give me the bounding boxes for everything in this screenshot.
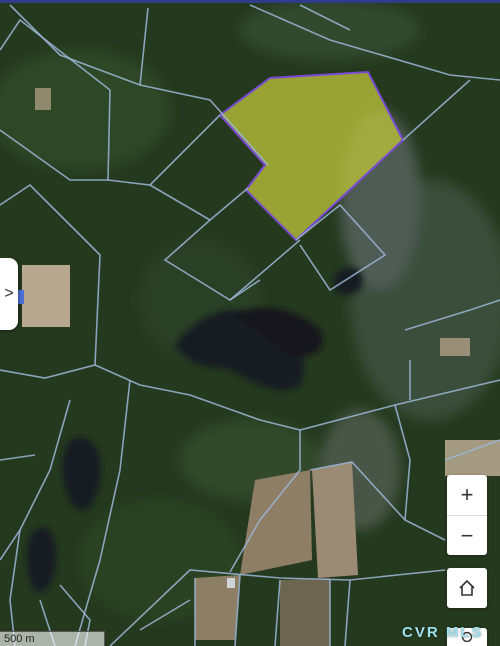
- home-icon: [459, 579, 475, 596]
- drawer-toggle-button[interactable]: >: [0, 258, 18, 330]
- top-strip: [0, 0, 500, 3]
- scale-bar: 500 m: [0, 631, 105, 646]
- chevron-right-icon: >: [4, 285, 14, 302]
- home-button[interactable]: [447, 568, 487, 608]
- satellite-map: [0, 0, 500, 646]
- structure-marker: [227, 578, 235, 588]
- zoom-in-button[interactable]: +: [447, 475, 487, 515]
- attribution-logo: CVR MLS: [402, 624, 484, 641]
- zoom-out-button[interactable]: −: [447, 515, 487, 556]
- zoom-control: + −: [447, 475, 487, 555]
- map-view[interactable]: > + − 500 m CVR MLS: [0, 0, 500, 646]
- building-marker: [18, 290, 24, 304]
